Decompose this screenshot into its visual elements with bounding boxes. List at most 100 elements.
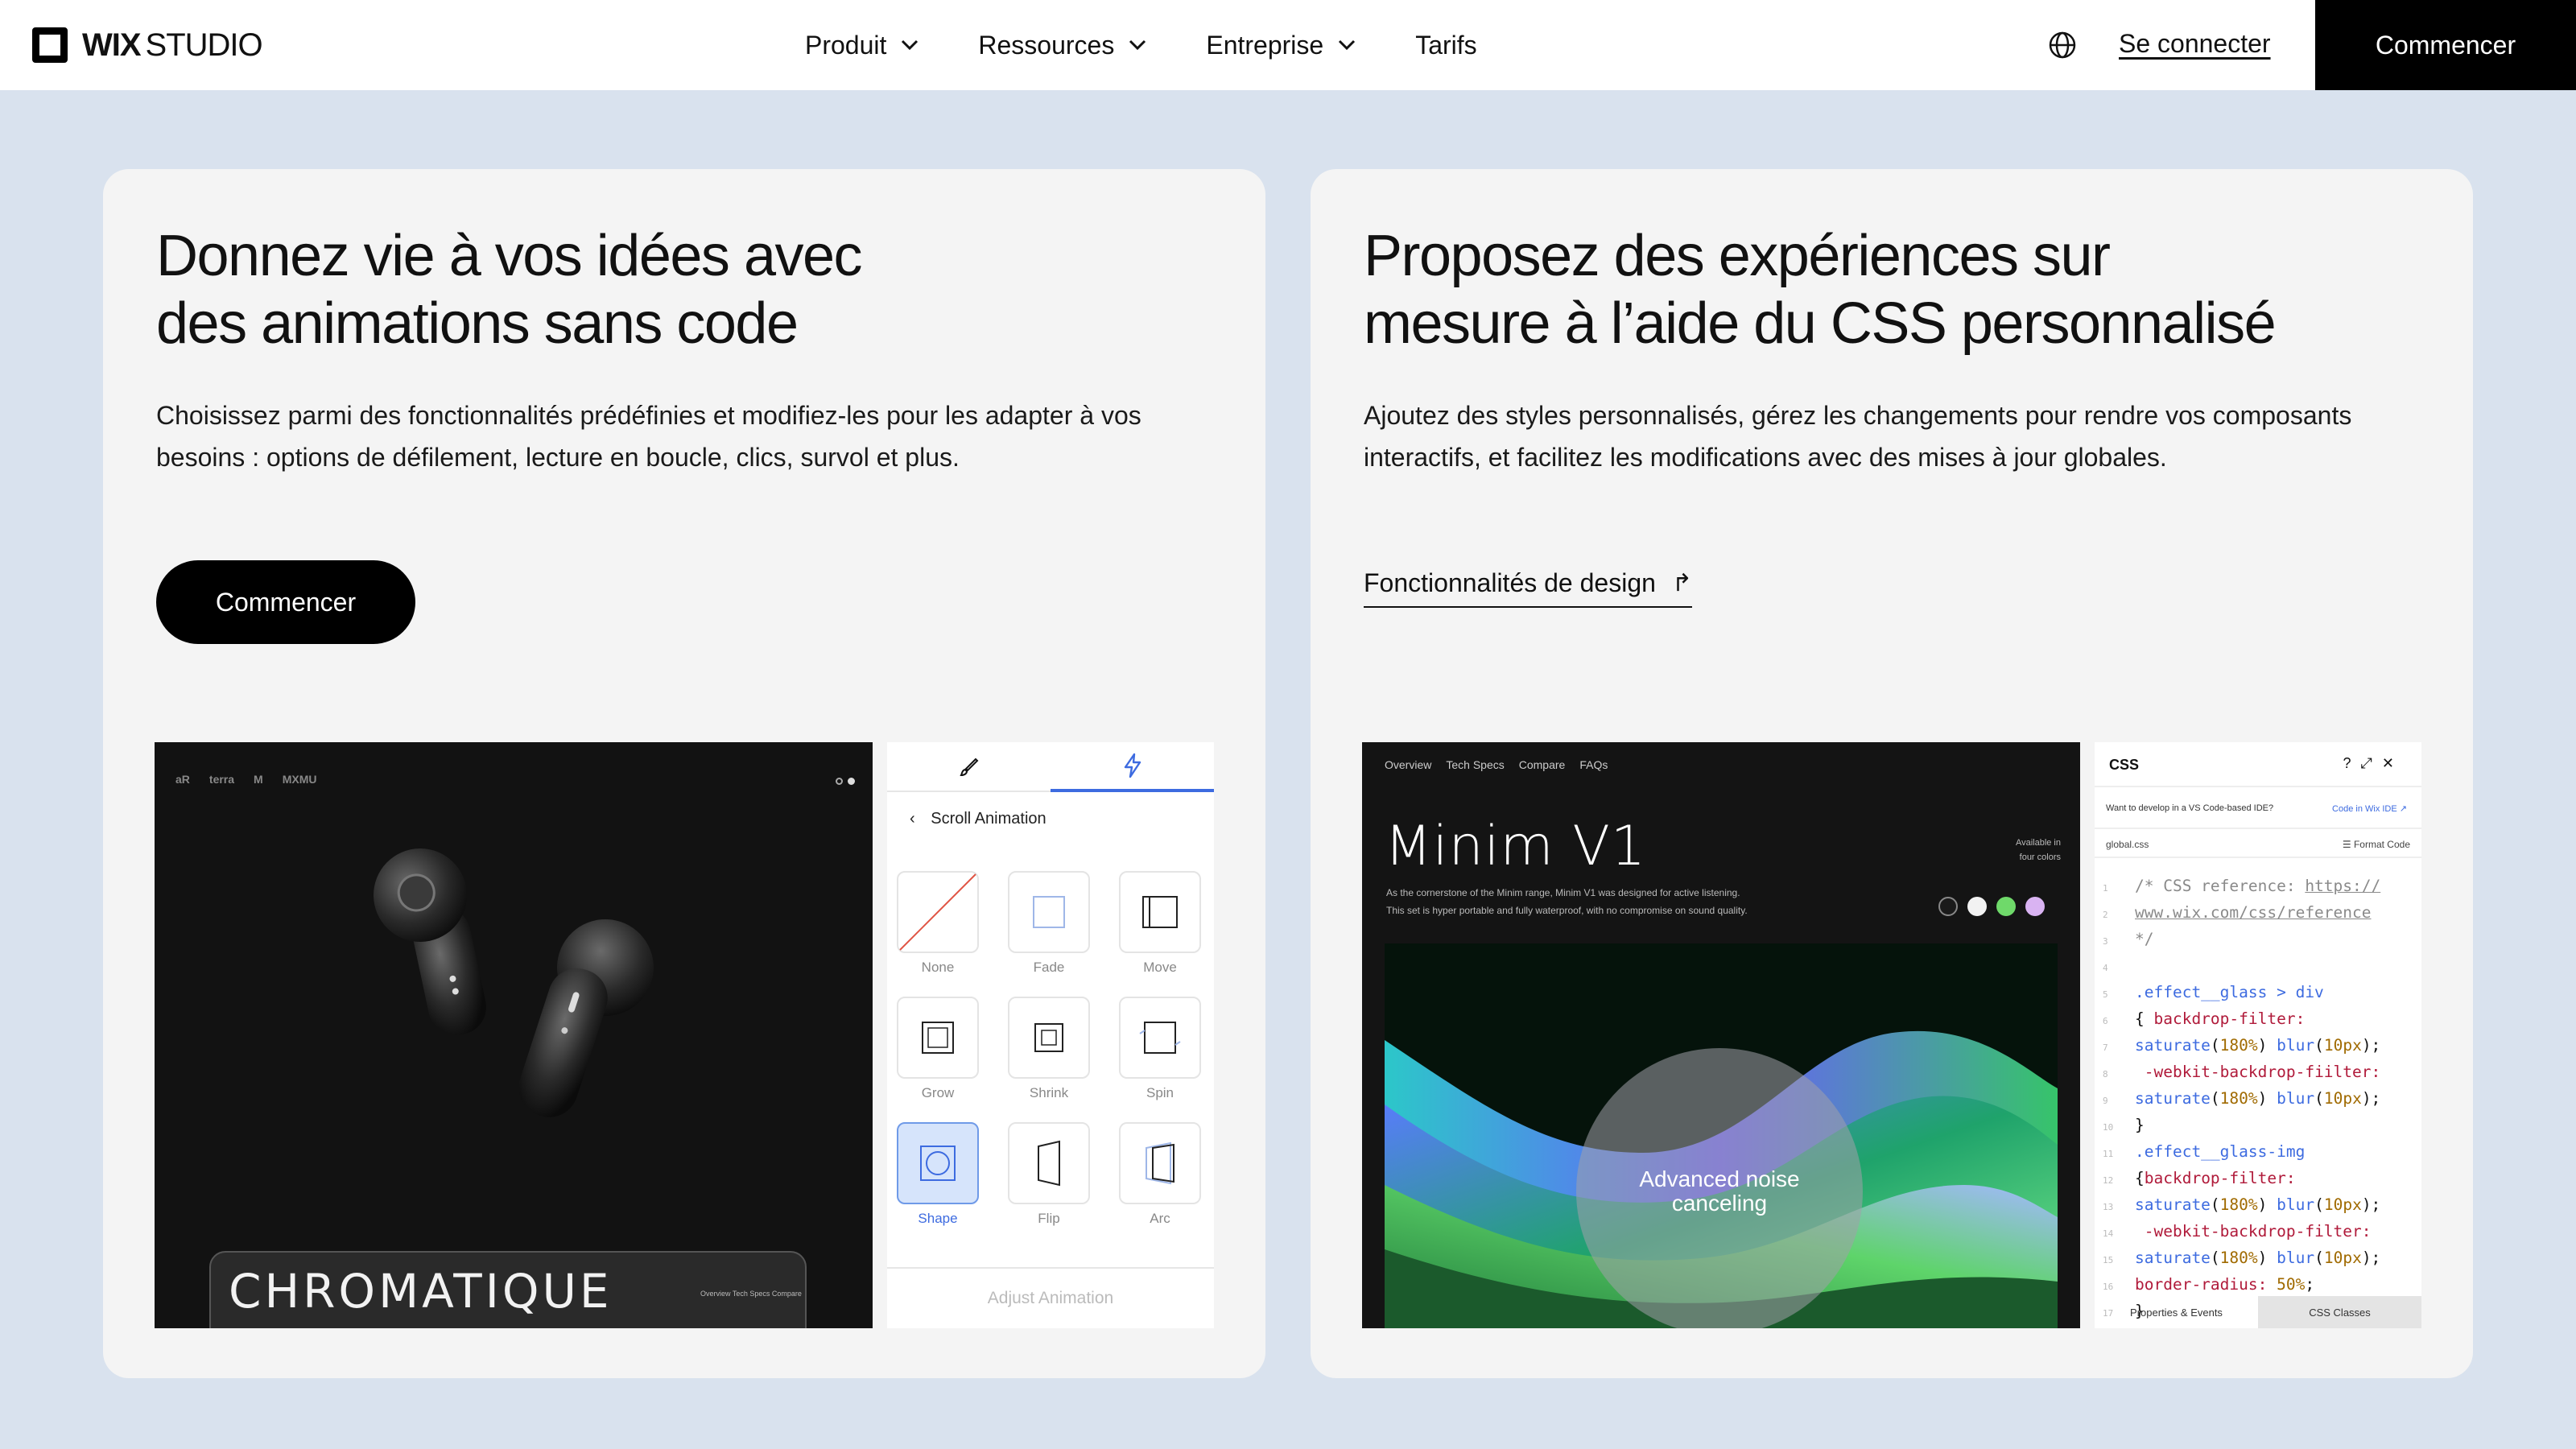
feature-bubble-line: canceling — [1671, 1191, 1768, 1216]
ide-question: Want to develop in a VS Code-based IDE? — [2106, 803, 2274, 813]
custom-css-feature-card: Proposez des expériences sur mesure à l’… — [1311, 169, 2473, 1378]
spin-icon — [1139, 1022, 1181, 1054]
animation-option-grow[interactable] — [897, 997, 979, 1079]
external-link-icon: ↗ — [2399, 804, 2407, 814]
animation-option-label: Grow — [921, 1085, 955, 1100]
design-features-link[interactable]: Fonctionnalités de design ↱ — [1364, 568, 1693, 608]
subtitle-line: As the cornerstone of the Minim range, M… — [1386, 887, 1740, 898]
top-navigation-bar: WIX STUDIO Produit Ressources Entreprise… — [0, 0, 2576, 90]
preview-nav: Overview Tech Specs Compare FAQs — [1385, 758, 1608, 771]
close-icon[interactable]: ✕ — [2382, 755, 2404, 771]
header-start-button[interactable]: Commencer — [2315, 0, 2576, 90]
flip-icon — [1038, 1140, 1060, 1187]
availability-note: Available in four colors — [1972, 836, 2061, 865]
card-title: Proposez des expériences sur mesure à l’… — [1364, 222, 2410, 357]
preview-product-subtitle: As the cornerstone of the Minim range, M… — [1386, 884, 1950, 919]
tab-properties-events[interactable]: Properties & Events — [2095, 1296, 2258, 1328]
title-line-2: mesure à l’aide du CSS personnalisé — [1364, 291, 2277, 356]
format-code-button[interactable]: ☰ Format Code — [2343, 839, 2410, 850]
product-nav: Overview Tech Specs Compare — [700, 1290, 802, 1298]
grow-icon — [922, 1022, 954, 1054]
animation-option-label: Spin — [1146, 1085, 1174, 1100]
logo-square-icon — [32, 27, 68, 63]
color-swatch-black[interactable] — [1938, 897, 1958, 916]
title-line-1: Proposez des expériences sur — [1364, 224, 2111, 288]
availability-line: four colors — [2019, 852, 2061, 862]
help-icon[interactable]: ? — [2343, 755, 2360, 771]
css-code-editor[interactable]: 1/* CSS reference: https:// 2 www.wix.com… — [2103, 874, 2417, 1326]
logo-wix-text: WIX — [82, 27, 142, 63]
preview-product-title: Minim V1 — [1385, 815, 1647, 878]
login-link[interactable]: Se connecter — [2119, 29, 2271, 59]
product-title-bar: CHROMATIQUE Overview Tech Specs Compare — [209, 1251, 807, 1328]
earbuds-preview-image: aR terra M MXMU CHROMATIQUE Overview Tec… — [155, 742, 873, 1328]
nav-label: Entreprise — [1206, 30, 1324, 60]
product-site-preview: Overview Tech Specs Compare FAQs Minim V… — [1362, 742, 2080, 1328]
preview-nav-item: Overview — [1385, 758, 1432, 771]
scroll-animation-back[interactable]: ‹ Scroll Animation — [910, 810, 1046, 828]
file-name: global.css — [2106, 839, 2149, 850]
card-description: Choisissez parmi des fonctionnalités pré… — [156, 401, 1141, 472]
tab-css-classes[interactable]: CSS Classes — [2258, 1296, 2421, 1328]
arc-icon — [1146, 1141, 1174, 1185]
animations-feature-card: Donnez vie à vos idées avec des animatio… — [103, 169, 1265, 1378]
nav-item-entreprise[interactable]: Entreprise — [1206, 31, 1357, 60]
ide-link-label: Code in Wix IDE — [2332, 804, 2397, 814]
animation-option-label: Arc — [1150, 1211, 1170, 1226]
animation-option-arc[interactable] — [1119, 1122, 1201, 1204]
chevron-down-icon — [1129, 39, 1146, 51]
chevron-left-icon: ‹ — [910, 810, 915, 828]
tab-animation[interactable] — [1051, 742, 1214, 792]
file-row: global.css ☰ Format Code — [2095, 831, 2421, 858]
panel-title-label: Scroll Animation — [931, 810, 1046, 828]
color-swatch-green[interactable] — [1996, 897, 2016, 916]
panel-toolbar: ?⤢✕ — [2343, 755, 2404, 772]
tab-design[interactable] — [887, 742, 1051, 792]
adjust-animation-button[interactable]: Adjust Animation — [887, 1267, 1214, 1328]
color-swatches — [1938, 897, 2045, 916]
nav-item-tarifs[interactable]: Tarifs — [1415, 31, 1476, 60]
wix-studio-logo[interactable]: WIX STUDIO — [32, 27, 263, 63]
expand-icon[interactable]: ⤢ — [2361, 755, 2382, 771]
globe-icon[interactable] — [2048, 31, 2077, 60]
color-swatch-lilac[interactable] — [2025, 897, 2045, 916]
css-editor-panel: CSS ?⤢✕ Want to develop in a VS Code-bas… — [2095, 742, 2421, 1328]
animation-option-spin[interactable] — [1119, 997, 1201, 1079]
panel-tabs — [887, 742, 1214, 792]
shrink-icon — [1034, 1023, 1063, 1052]
preview-nav-item: Tech Specs — [1446, 758, 1505, 771]
feature-bubble-line: Advanced noise — [1639, 1166, 1800, 1191]
earbuds-illustration — [374, 848, 654, 1117]
css-panel-tabs: Properties & Events CSS Classes — [2095, 1296, 2421, 1328]
animation-option-none[interactable] — [897, 871, 979, 953]
color-swatch-white[interactable] — [1967, 897, 1987, 916]
brush-icon — [959, 758, 978, 777]
animation-option-label: Shape — [918, 1211, 958, 1226]
animation-option-label: Shrink — [1029, 1085, 1069, 1100]
animation-option-flip[interactable] — [1008, 1122, 1090, 1204]
arrow-forward-icon: ↱ — [1671, 570, 1693, 597]
preview-nav-item: FAQs — [1579, 758, 1608, 771]
chevron-down-icon — [1339, 39, 1356, 51]
fade-icon — [1033, 896, 1065, 928]
animation-option-label: None — [921, 960, 955, 975]
start-button[interactable]: Commencer — [156, 560, 415, 644]
format-icon: ☰ — [2342, 839, 2354, 850]
nav-item-produit[interactable]: Produit — [805, 31, 920, 60]
availability-line: Available in — [2015, 838, 2061, 848]
code-in-ide-link[interactable]: Code in Wix IDE ↗ — [2332, 803, 2407, 814]
product-title: CHROMATIQUE — [229, 1264, 613, 1319]
animation-option-shape[interactable] — [897, 1122, 979, 1204]
animation-option-label: Flip — [1038, 1211, 1060, 1226]
nav-item-ressources[interactable]: Ressources — [978, 31, 1148, 60]
animation-option-shrink[interactable] — [1008, 997, 1090, 1079]
animation-option-label: Fade — [1033, 960, 1065, 975]
animation-option-move[interactable] — [1119, 871, 1201, 953]
nav-label: Produit — [805, 30, 887, 60]
animation-option-fade[interactable] — [1008, 871, 1090, 953]
feature-bubble: Advanced noise canceling — [1576, 1048, 1863, 1328]
shape-icon — [920, 1146, 956, 1181]
ide-prompt-row: Want to develop in a VS Code-based IDE? … — [2095, 787, 2421, 829]
format-code-label: Format Code — [2353, 839, 2410, 850]
main-nav: Produit Ressources Entreprise Tarifs — [805, 0, 1535, 90]
